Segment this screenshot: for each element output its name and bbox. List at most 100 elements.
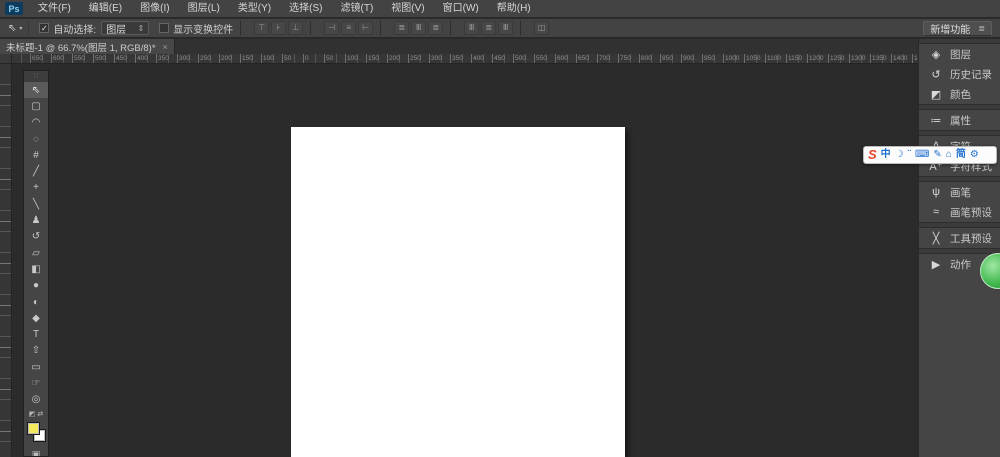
move-tool[interactable]: ⇖ [24, 82, 48, 98]
eraser-tool[interactable]: ▱ [24, 245, 48, 261]
show-transform-checkbox[interactable]: 显示变换控件 [159, 21, 233, 36]
tool-presets-panel-button[interactable]: ╳工具预设 [919, 228, 1000, 248]
align-left-edges-button[interactable]: ⊣ [324, 21, 339, 35]
layers-panel-label: 图层 [950, 47, 971, 62]
foreground-color-swatch[interactable] [27, 422, 40, 435]
align-bottom-edges-button[interactable]: ⊥ [288, 21, 303, 35]
skin-picker-icon[interactable]: ⌂ [946, 147, 952, 163]
move-tool-icon: ⇖ [32, 85, 40, 96]
blur-tool[interactable]: ● [24, 278, 48, 294]
full-half-width-toggle-icon[interactable]: ☽ [895, 147, 904, 163]
distribute-bottom-edges-button[interactable]: ≣ [428, 21, 443, 35]
align-group-5: ◫ [534, 21, 549, 35]
auto-align-layers-button[interactable]: ◫ [534, 21, 549, 35]
hand-tool[interactable]: ☞ [24, 375, 48, 391]
horizontal-ruler[interactable]: 6506005505004504003503002502001501005005… [12, 54, 918, 64]
align-top-edges-button[interactable]: ⊤ [254, 21, 269, 35]
menu-item-7[interactable]: 滤镜(T) [332, 0, 383, 18]
align-group-2: ⊣≡⊢ [324, 21, 373, 35]
rectangular-marquee-tool[interactable]: ▢ [24, 98, 48, 114]
spot-healing-brush-tool[interactable]: + [24, 180, 48, 196]
menu-item-4[interactable]: 图层(L) [179, 0, 229, 18]
ruler-label: 1350 [870, 54, 886, 64]
distribute-horizontal-centers-button[interactable]: ≣ [481, 21, 496, 35]
ruler-label: 600 [555, 54, 568, 64]
distribute-left-edges-button[interactable]: Ⅲ [464, 21, 479, 35]
ruler-label: 1150 [786, 54, 802, 64]
gradient-tool-icon: ◧ [31, 264, 40, 275]
brush-presets-panel-icon: ≈ [928, 206, 944, 218]
properties-panel-button[interactable]: ≔属性 [919, 110, 1000, 130]
zoom-tool-icon: ◎ [32, 394, 41, 405]
rectangle-shape-tool[interactable]: ▭ [24, 359, 48, 375]
soft-keyboard-icon[interactable]: ⌨ [915, 147, 929, 163]
document-canvas[interactable] [291, 127, 625, 457]
history-brush-tool[interactable]: ↺ [24, 229, 48, 245]
chinese-english-toggle-icon[interactable]: 中 [881, 147, 891, 163]
eyedropper-tool[interactable]: ╱ [24, 163, 48, 179]
menu-item-8[interactable]: 视图(V) [382, 0, 433, 18]
layers-panel-button[interactable]: ◈图层 [919, 44, 1000, 64]
blur-tool-icon: ● [33, 280, 39, 291]
distribute-right-edges-button[interactable]: Ⅲ [498, 21, 513, 35]
ruler-label: 850 [660, 54, 673, 64]
clone-stamp-tool-icon: ♟ [32, 215, 41, 226]
options-bar: ⇖ ▾ ✓ 自动选择: 图层 ⇕ 显示变换控件 ⊤⊦⊥⊣≡⊢≣Ⅲ≣Ⅲ≣Ⅲ◫ 新增… [0, 19, 1000, 38]
crop-tool[interactable]: # [24, 147, 48, 163]
checkbox-checked-icon: ✓ [39, 23, 49, 33]
clone-stamp-tool[interactable]: ♟ [24, 212, 48, 228]
divider [240, 21, 241, 35]
zoom-tool[interactable]: ◎ [24, 392, 48, 408]
punctuation-toggle-icon[interactable]: ¨ [908, 147, 911, 163]
gradient-tool[interactable]: ◧ [24, 261, 48, 277]
brush-presets-panel-button[interactable]: ≈画笔预设 [919, 202, 1000, 222]
menu-item-5[interactable]: 类型(Y) [229, 0, 280, 18]
settings-wrench-icon[interactable]: ⚙ [970, 147, 979, 163]
menu-item-9[interactable]: 窗口(W) [434, 0, 488, 18]
actions-panel-icon: ▶ [928, 258, 944, 271]
panel-grip[interactable]: ∷ [24, 71, 48, 82]
ruler-label: 150 [240, 54, 253, 64]
color-controls: ◩⇄ [24, 408, 48, 420]
menu-item-2[interactable]: 编辑(E) [80, 0, 131, 18]
menu-item-1[interactable]: 文件(F) [29, 0, 80, 18]
lasso-tool[interactable]: ◠ [24, 115, 48, 131]
ruler-label: 1250 [828, 54, 844, 64]
document-tab[interactable]: 未标题-1 @ 66.7%(图层 1, RGB/8)* × [0, 39, 175, 54]
brush-tool[interactable]: ╲ [24, 196, 48, 212]
tool-preset-picker[interactable]: ⇖ ▾ [0, 21, 29, 36]
menu-items: 文件(F)编辑(E)图像(I)图层(L)类型(Y)选择(S)滤镜(T)视图(V)… [29, 0, 540, 18]
pen-tool[interactable]: ◆ [24, 310, 48, 326]
default-colors-icon[interactable]: ◩ [29, 410, 36, 418]
tab-close-icon[interactable]: × [163, 42, 168, 52]
ruler-label: 1200 [807, 54, 823, 64]
quick-selection-tool[interactable]: ◌ [24, 131, 48, 147]
simplified-traditional-toggle-icon[interactable]: 简 [956, 147, 966, 163]
workspace-switcher[interactable]: 新增功能 ≣ [923, 21, 992, 36]
menu-item-10[interactable]: 帮助(H) [488, 0, 540, 18]
align-horizontal-centers-button[interactable]: ≡ [341, 21, 356, 35]
ruler-label: 1100 [765, 54, 781, 64]
color-panel-button[interactable]: ◩颜色 [919, 84, 1000, 104]
handwriting-input-icon[interactable]: ✎ [933, 147, 941, 163]
path-selection-tool[interactable]: ⇧ [24, 343, 48, 359]
distribute-top-edges-button[interactable]: ≣ [394, 21, 409, 35]
distribute-vertical-centers-button[interactable]: Ⅲ [411, 21, 426, 35]
vertical-ruler[interactable] [0, 54, 12, 457]
swap-colors-icon[interactable]: ⇄ [37, 410, 43, 418]
sogou-logo-icon[interactable]: S [868, 147, 877, 163]
ruler-label: 250 [408, 54, 421, 64]
dodge-tool[interactable]: ◐ [24, 294, 48, 310]
align-right-edges-button[interactable]: ⊢ [358, 21, 373, 35]
quick-mask-button[interactable]: ▣ [24, 447, 48, 457]
menu-item-6[interactable]: 选择(S) [280, 0, 331, 18]
auto-select-target-dropdown[interactable]: 图层 ⇕ [101, 21, 149, 35]
properties-panel-label: 属性 [950, 113, 971, 128]
history-panel-button[interactable]: ↺历史记录 [919, 64, 1000, 84]
ruler-label: 1400 [891, 54, 907, 64]
menu-item-3[interactable]: 图像(I) [131, 0, 178, 18]
type-tool[interactable]: T [24, 326, 48, 342]
auto-select-checkbox[interactable]: ✓ 自动选择: [39, 21, 96, 36]
brush-panel-button[interactable]: ψ画笔 [919, 182, 1000, 202]
align-vertical-centers-button[interactable]: ⊦ [271, 21, 286, 35]
